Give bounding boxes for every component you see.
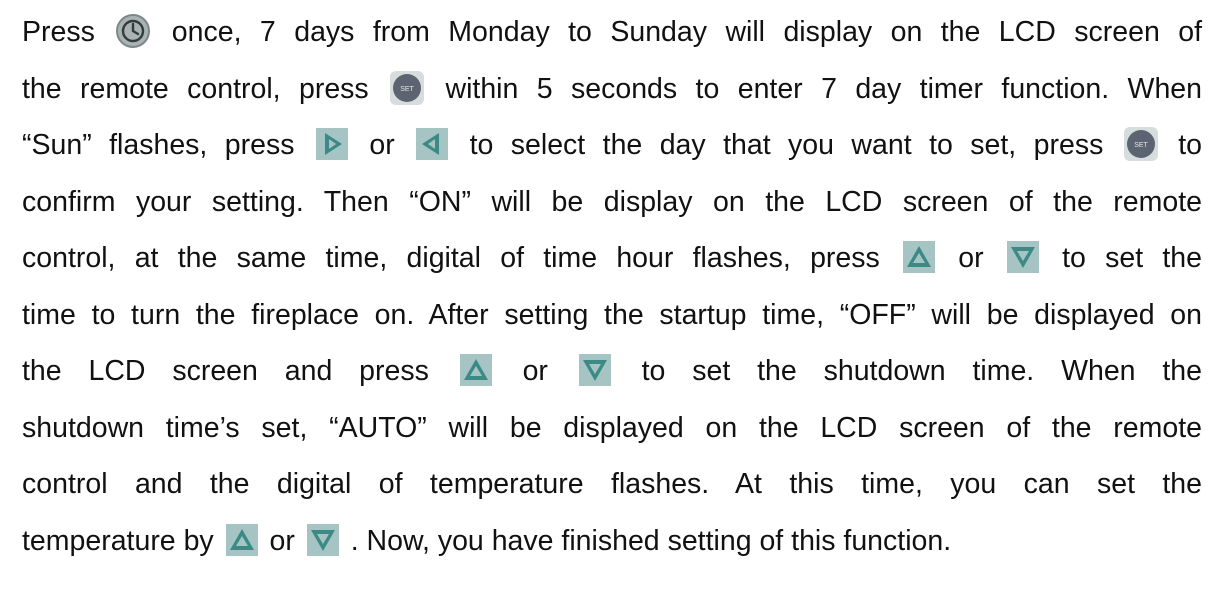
text-run: or [269, 524, 295, 557]
instructions-paragraph: Press once, 7 days from Monday to Sunday… [22, 4, 1202, 569]
svg-text:SET: SET [1134, 142, 1148, 149]
text-run: or [958, 242, 984, 274]
up-triangle-icon [901, 239, 937, 275]
text-run: to select the day that you want to set, … [469, 129, 1104, 161]
text-run: or [369, 129, 395, 161]
down-triangle-icon [577, 352, 613, 388]
svg-text:SET: SET [400, 86, 414, 93]
text-run: “Sun” flashes, press [22, 129, 295, 161]
text-line: time to turn the fireplace on. After set… [22, 287, 1202, 344]
text-run: temperature by [22, 524, 214, 557]
text-run: Press [22, 16, 95, 48]
text-line: Press once, 7 days from Monday to Sunday… [22, 4, 1202, 61]
text-line: control and the digital of temperature f… [22, 456, 1202, 513]
left-triangle-icon [414, 126, 450, 162]
text-run: the LCD screen and press [22, 355, 429, 387]
text-run: the remote control, press [22, 72, 369, 105]
text-run: control and the digital of temperature f… [22, 468, 1202, 500]
text-run: confirm your setting. Then “ON” will be … [22, 185, 1202, 218]
clock-icon [115, 13, 151, 49]
down-triangle-icon [1005, 239, 1041, 275]
set-button-icon: SET [1123, 126, 1159, 162]
up-triangle-icon [458, 352, 494, 388]
right-triangle-icon [314, 126, 350, 162]
text-line: “Sun” flashes, press or to select the da… [22, 117, 1202, 174]
set-button-icon: SET [389, 70, 425, 106]
text-run: to set the shutdown time. When the [641, 355, 1202, 387]
text-line: confirm your setting. Then “ON” will be … [22, 174, 1202, 231]
down-triangle-icon [305, 522, 341, 558]
text-line: temperature by or . Now, you have finish… [22, 513, 1202, 570]
text-run: once, 7 days from Monday to Sunday will … [171, 16, 1203, 48]
text-line: control, at the same time, digital of ti… [22, 230, 1202, 287]
text-line: the remote control, press SET within 5 s… [22, 61, 1202, 118]
text-run: shutdown time’s set, “AUTO” will be disp… [22, 411, 1202, 444]
text-line: shutdown time’s set, “AUTO” will be disp… [22, 400, 1202, 457]
text-run: control, at the same time, digital of ti… [22, 242, 880, 274]
text-run: time to turn the fireplace on. After set… [22, 298, 1202, 331]
text-line: the LCD screen and press or to set the s… [22, 343, 1202, 400]
text-run: . Now, you have finished setting of this… [350, 524, 952, 557]
text-run: within 5 seconds to enter 7 day timer fu… [445, 72, 1202, 105]
text-run: to [1178, 129, 1202, 161]
up-triangle-icon [224, 522, 260, 558]
text-run: to set the [1062, 242, 1203, 274]
text-run: or [522, 355, 548, 387]
